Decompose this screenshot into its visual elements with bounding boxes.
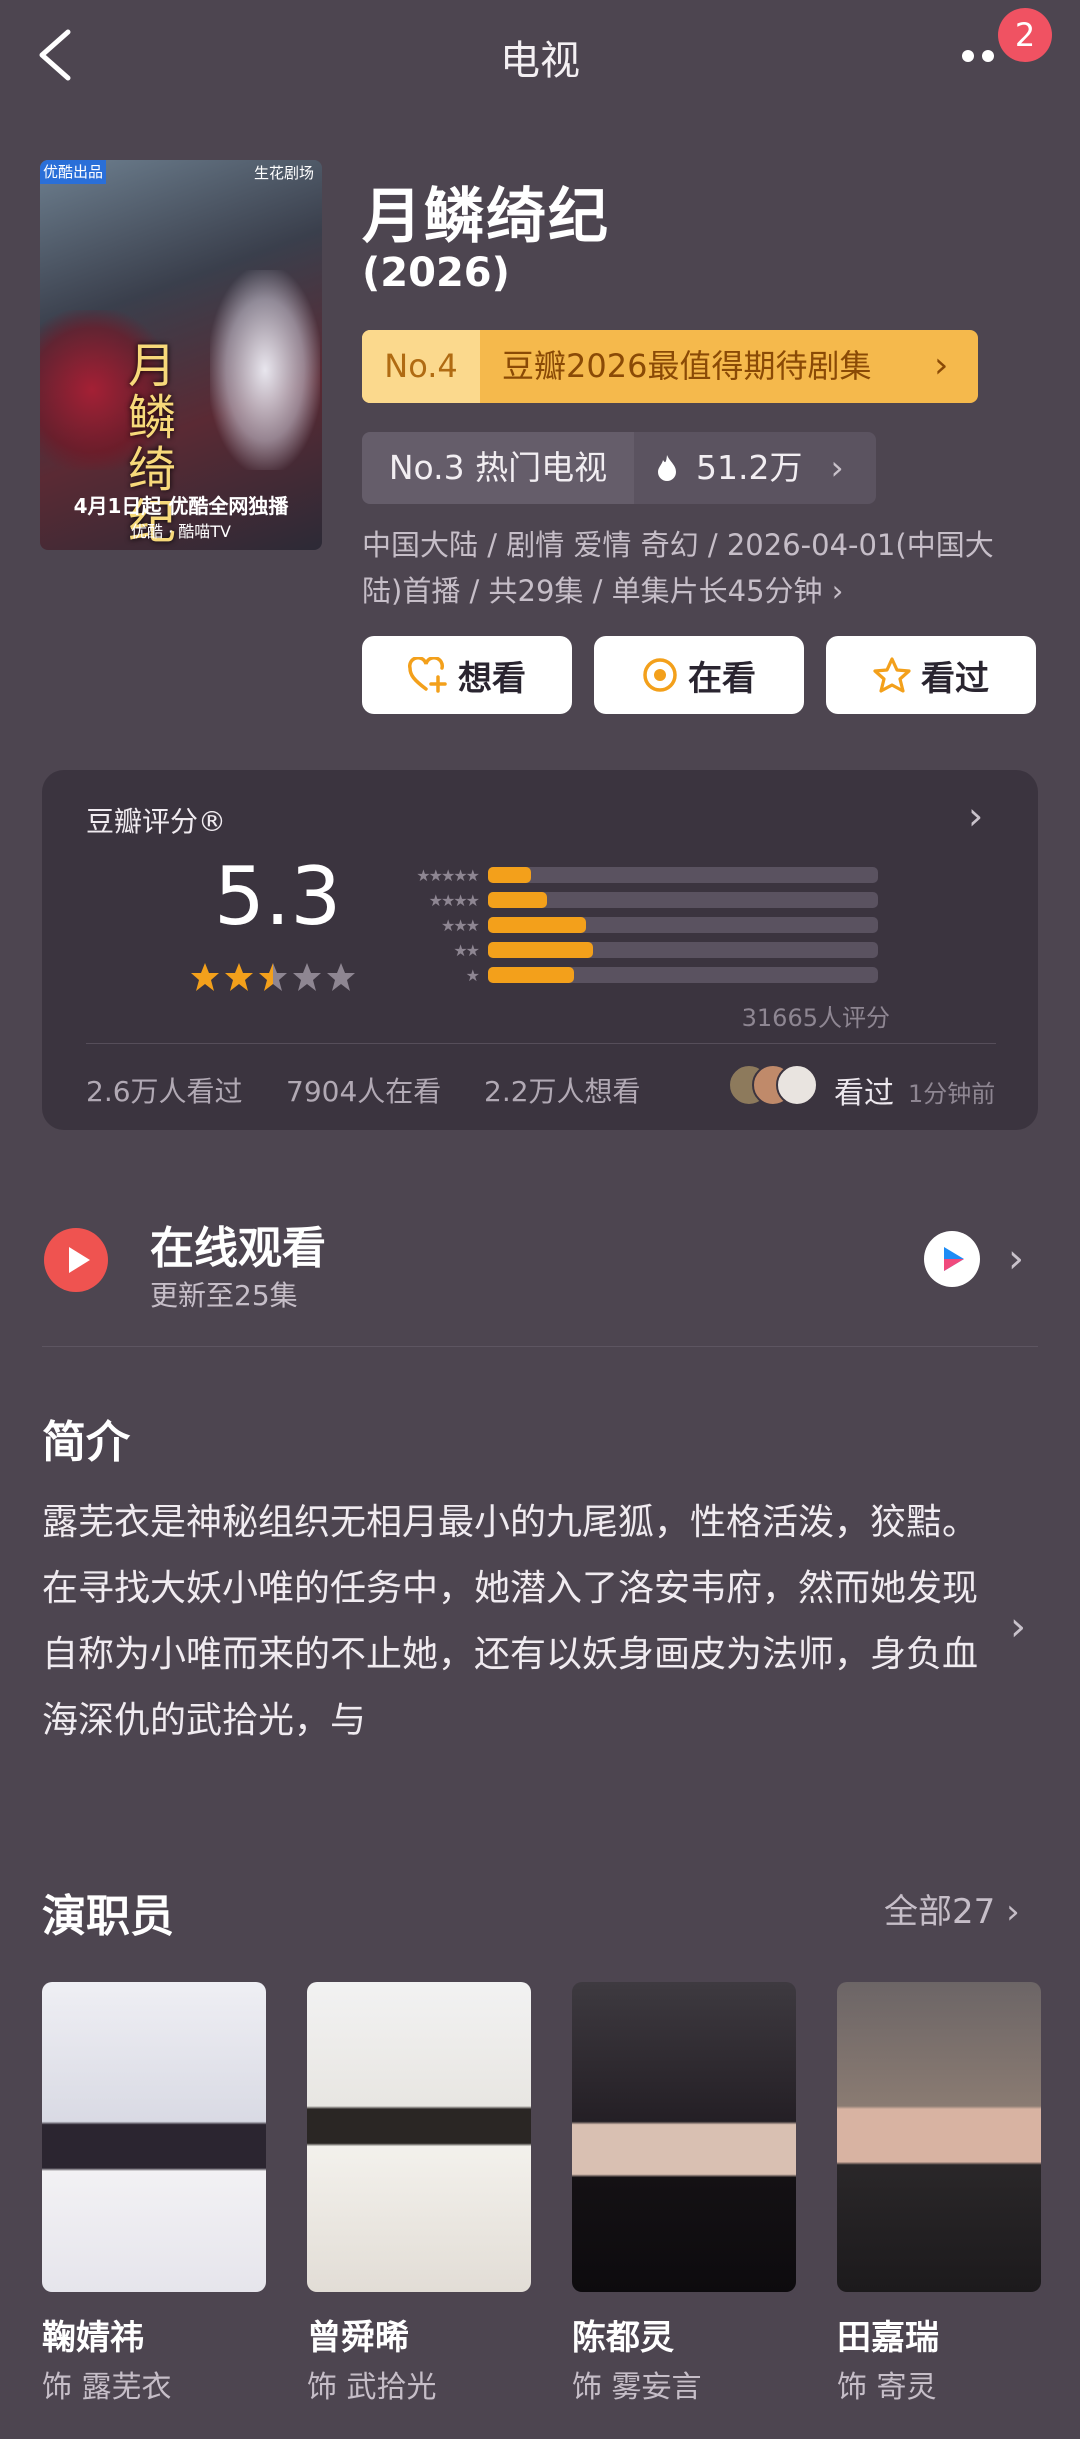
page-title: 电视 — [500, 38, 580, 84]
more-icon[interactable] — [960, 44, 1000, 64]
stat-want[interactable]: 2.2万人想看 — [484, 1070, 641, 1110]
cast-role: 饰 雾妄言 — [572, 2370, 702, 2405]
rating-divider — [86, 1043, 996, 1044]
cast-name[interactable]: 鞠婧祎 — [42, 2310, 144, 2359]
histogram-star-label: ★★★ — [440, 915, 480, 935]
cast-title: 演职员 — [42, 1891, 174, 1942]
rating-title: 豆瓣评分® — [86, 805, 227, 838]
histogram-bar — [488, 942, 594, 958]
ranking-badge[interactable]: No.4 豆瓣2026最值得期待剧集 › — [362, 330, 978, 403]
hot-value-area: 51.2万 › — [634, 432, 876, 504]
star-icon — [873, 657, 911, 693]
rating-star-icon — [293, 963, 321, 991]
notification-badge[interactable]: 2 — [998, 8, 1052, 62]
rating-star-icon — [191, 963, 219, 991]
rating-star-icon — [259, 963, 287, 991]
histogram-star-label: ★★★★★ — [416, 865, 480, 885]
synopsis-title: 简介 — [42, 1417, 130, 1468]
histogram-track — [488, 917, 878, 933]
histogram-bar — [488, 892, 547, 908]
poster-date-line: 4月1日起 优酷全网独播 — [73, 494, 289, 518]
avatar — [776, 1064, 818, 1106]
histogram-track — [488, 892, 878, 908]
flame-icon — [658, 455, 676, 481]
hot-rank-label: No.3 热门电视 — [362, 432, 634, 504]
online-watch-subtitle: 更新至25集 — [150, 1279, 298, 1312]
hot-ranking-badge[interactable]: No.3 热门电视 51.2万 › — [362, 432, 876, 504]
synopsis-text[interactable]: 露芜衣是神秘组织无相月最小的九尾狐，性格活泼，狡黠。在寻找大妖小唯的任务中，她潜… — [42, 1490, 992, 1754]
friend-action: 看过 — [834, 1076, 894, 1111]
chevron-right-icon: › — [830, 448, 844, 487]
target-icon — [643, 658, 677, 692]
histogram-row: ★★★★ — [388, 890, 888, 910]
cast-name[interactable]: 田嘉瑞 — [837, 2310, 939, 2359]
play-icon[interactable] — [44, 1228, 108, 1292]
hot-value: 51.2万 — [696, 448, 803, 487]
show-year: (2026) — [362, 250, 510, 296]
cast-name[interactable]: 曾舜晞 — [307, 2310, 409, 2359]
stat-watching[interactable]: 7904人在看 — [286, 1070, 441, 1110]
want-to-watch-button[interactable]: 想看 — [362, 636, 572, 714]
poster-platforms: 优酷 · 酷喵TV — [131, 522, 231, 541]
show-meta-info[interactable]: 中国大陆 / 剧情 爱情 奇幻 / 2026-04-01(中国大陆)首播 / 共… — [362, 522, 1032, 614]
rating-count: 31665人评分 — [741, 1004, 890, 1032]
cast-photo[interactable] — [837, 1982, 1041, 2292]
cast-all-link[interactable]: 全部27 › — [884, 1884, 1020, 1933]
chevron-right-icon: › — [934, 345, 949, 386]
histogram-row: ★ — [388, 965, 888, 985]
rank-number: No.4 — [362, 330, 480, 403]
friend-time: 1分钟前 — [908, 1080, 996, 1108]
youku-icon[interactable] — [924, 1231, 980, 1287]
histogram-row: ★★★★★ — [388, 865, 888, 885]
rating-star-icon — [327, 963, 355, 991]
cast-photo[interactable] — [42, 1982, 266, 2292]
histogram-track — [488, 967, 878, 983]
chevron-right-icon[interactable]: › — [968, 794, 983, 838]
watching-button[interactable]: 在看 — [594, 636, 804, 714]
cast-photo[interactable] — [572, 1982, 796, 2292]
cast-role: 饰 武拾光 — [307, 2370, 437, 2405]
rank-label: 豆瓣2026最值得期待剧集 — [502, 347, 872, 385]
poster-image[interactable]: 优酷出品 生花剧场 月鳞绮纪 4月1日起 优酷全网独播 优酷 · 酷喵TV — [40, 160, 322, 550]
section-divider — [42, 1346, 1038, 1347]
friend-avatars[interactable] — [728, 1064, 824, 1108]
rating-score: 5.3 — [214, 850, 342, 943]
want-to-watch-label: 想看 — [458, 658, 526, 699]
cast-role: 饰 寄灵 — [837, 2370, 937, 2405]
histogram-row: ★★★ — [388, 915, 888, 935]
histogram-star-label: ★★ — [453, 940, 480, 960]
rating-stars — [191, 963, 355, 991]
show-title: 月鳞绮纪 — [362, 182, 610, 252]
histogram-bar — [488, 917, 586, 933]
watched-label: 看过 — [921, 658, 989, 699]
poster-tag-studio: 生花剧场 — [253, 164, 314, 182]
histogram-bar — [488, 967, 574, 983]
histogram-bar — [488, 867, 531, 883]
watched-button[interactable]: 看过 — [826, 636, 1036, 714]
histogram-track — [488, 867, 878, 883]
poster-figure-white — [210, 270, 320, 470]
rating-star-icon — [225, 963, 253, 991]
histogram-star-label: ★ — [465, 965, 480, 985]
histogram-row: ★★ — [388, 940, 888, 960]
cast-name[interactable]: 陈都灵 — [572, 2310, 674, 2359]
online-watch-title[interactable]: 在线观看 — [150, 1212, 326, 1276]
stat-seen[interactable]: 2.6万人看过 — [86, 1070, 243, 1110]
histogram-star-label: ★★★★ — [428, 890, 480, 910]
heart-plus-icon — [408, 657, 447, 693]
poster-tag-youku: 优酷出品 — [40, 160, 106, 184]
histogram-track — [488, 942, 878, 958]
chevron-right-icon[interactable]: › — [1010, 1604, 1026, 1650]
cast-photo[interactable] — [307, 1982, 531, 2292]
watching-label: 在看 — [688, 658, 756, 699]
cast-role: 饰 露芜衣 — [42, 2370, 172, 2405]
chevron-right-icon[interactable]: › — [1008, 1236, 1024, 1282]
